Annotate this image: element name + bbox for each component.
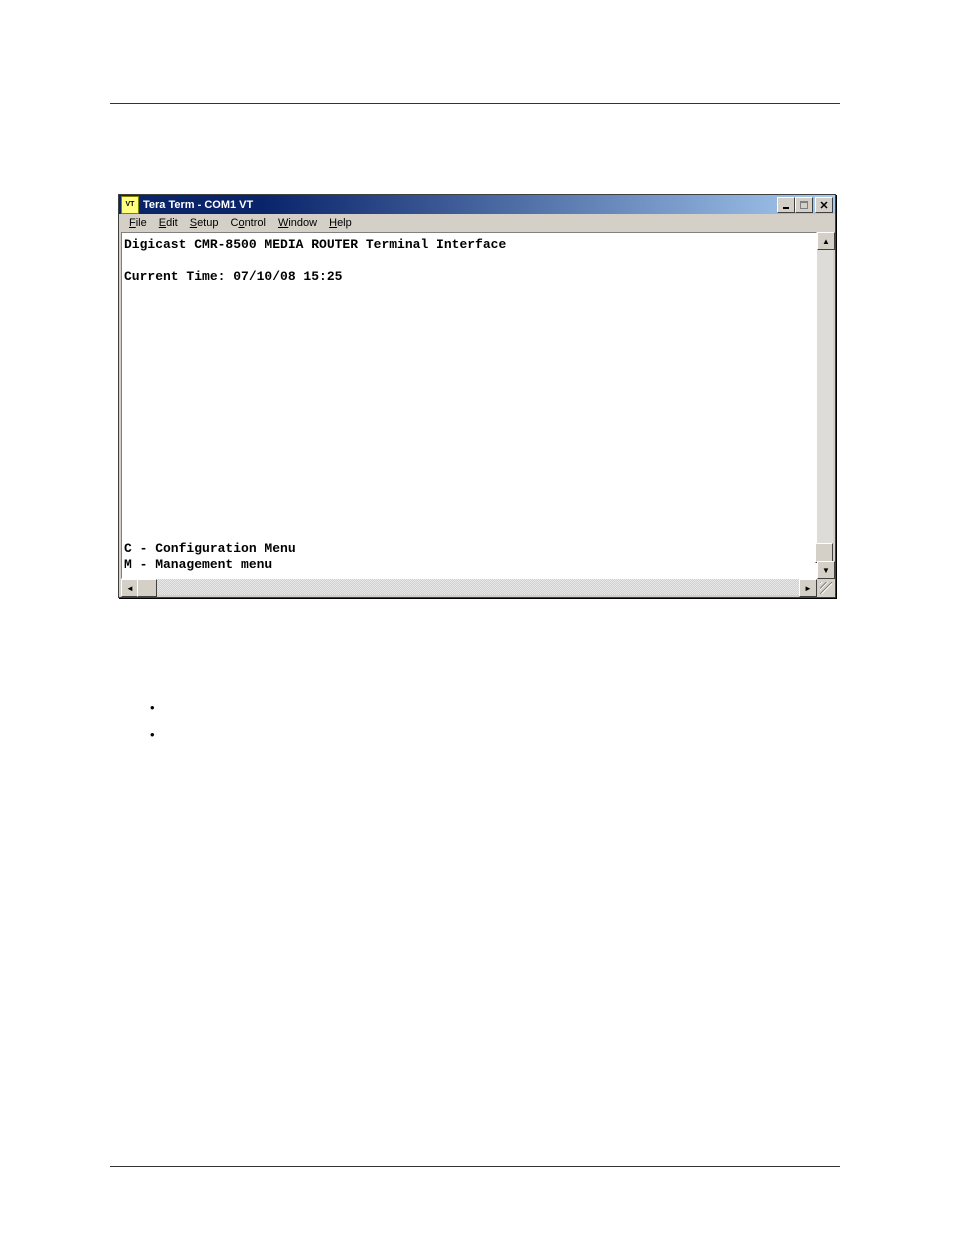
tera-term-window: VT Tera Term - COM1 VT File Edit Setup C… [118,194,836,598]
menu-setup[interactable]: Setup [184,216,225,230]
scroll-right-icon[interactable]: ► [799,579,817,597]
top-divider [110,103,840,104]
window-controls [777,197,833,213]
scroll-down-icon[interactable]: ▼ [817,561,835,579]
menu-edit[interactable]: Edit [153,216,184,230]
bullet-icon: • [150,700,155,715]
menu-control[interactable]: Control [224,216,271,230]
scroll-up-icon[interactable]: ▲ [817,232,835,250]
menu-file[interactable]: File [123,216,153,230]
vertical-scrollbar[interactable]: ▲ ▼ [817,232,833,579]
bullet-list: • • [150,700,155,754]
menu-window[interactable]: Window [272,216,323,230]
terminal-line-header: Digicast CMR-8500 MEDIA ROUTER Terminal … [124,237,506,252]
close-button[interactable] [815,197,833,213]
menubar: File Edit Setup Control Window Help [119,214,835,232]
maximize-button[interactable] [795,197,813,213]
horizontal-scroll-thumb[interactable] [137,579,157,597]
minimize-button[interactable] [777,197,795,213]
horizontal-scrollbar[interactable]: ◄ ► [121,579,817,595]
titlebar[interactable]: VT Tera Term - COM1 VT [119,195,835,214]
vertical-scroll-thumb[interactable] [815,543,833,563]
menu-help[interactable]: Help [323,216,358,230]
terminal-output[interactable]: Digicast CMR-8500 MEDIA ROUTER Terminal … [121,232,817,579]
resize-grip-icon[interactable] [817,579,833,595]
app-icon[interactable]: VT [121,196,139,214]
bullet-icon: • [150,727,155,742]
bottom-divider [110,1166,840,1167]
client-area: Digicast CMR-8500 MEDIA ROUTER Terminal … [119,232,835,597]
terminal-line-time: Current Time: 07/10/08 15:25 [124,269,342,284]
terminal-menu-m: M - Management menu [124,557,272,572]
terminal-menu-c: C - Configuration Menu [124,541,296,556]
window-title: Tera Term - COM1 VT [143,199,253,211]
